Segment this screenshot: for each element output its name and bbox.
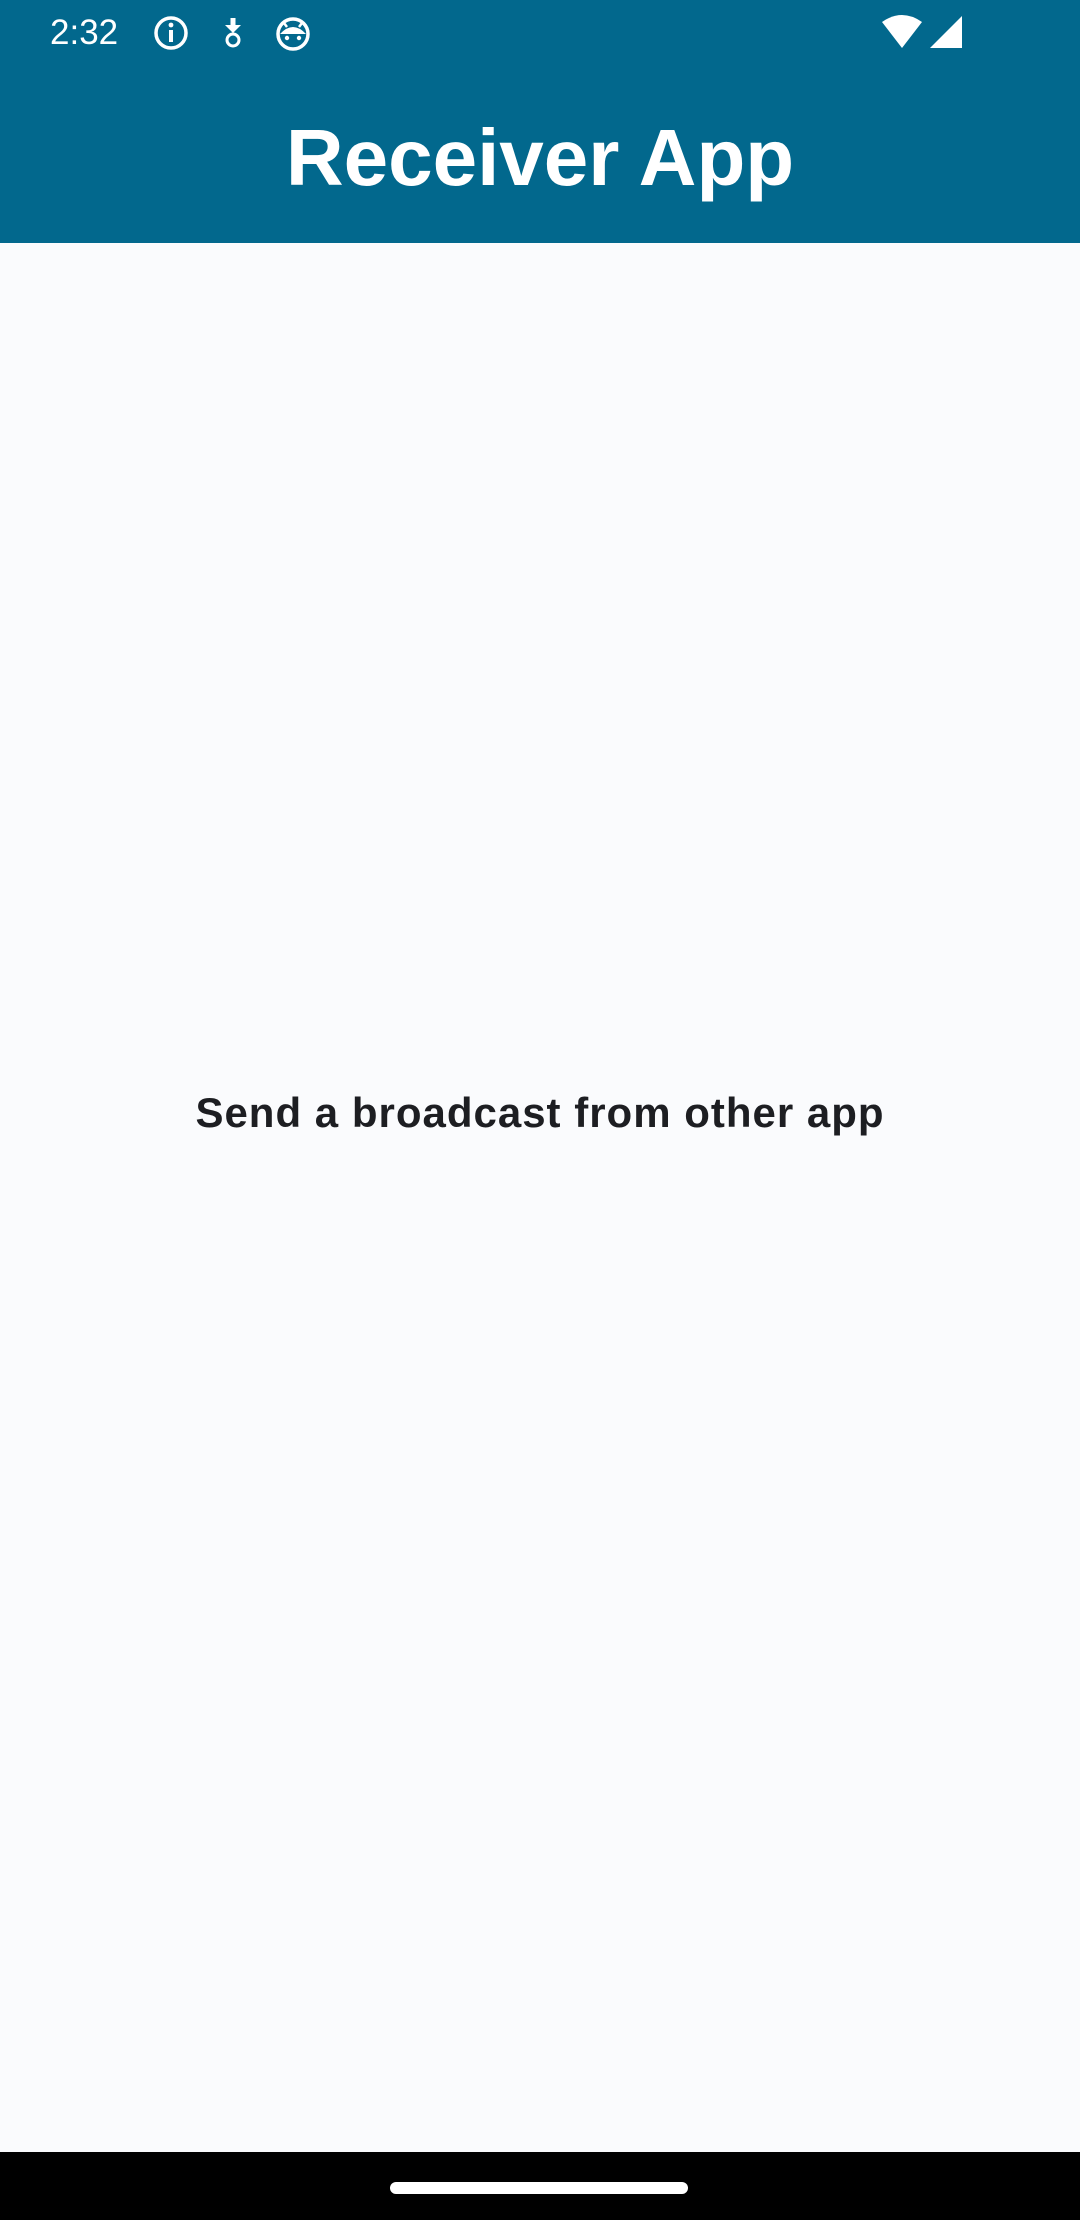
status-time: 2:32 — [50, 13, 119, 52]
wifi-icon — [880, 14, 924, 52]
download-icon — [214, 14, 252, 52]
app-header: 2:32 Receiver App — [0, 0, 1080, 243]
screen: 2:32 Receiver App Send a broadcast from … — [0, 0, 1080, 2220]
navigation-bar — [0, 2152, 1080, 2220]
broadcast-message: Send a broadcast from other app — [195, 1089, 885, 1136]
info-icon — [152, 14, 190, 52]
android-face-icon — [274, 14, 312, 52]
app-title: Receiver App — [285, 113, 795, 202]
status-bar: 2:32 — [0, 0, 1080, 66]
home-gesture-handle[interactable] — [390, 2182, 688, 2194]
main-content: Send a broadcast from other app — [0, 243, 1080, 2152]
signal-icon — [928, 14, 964, 50]
